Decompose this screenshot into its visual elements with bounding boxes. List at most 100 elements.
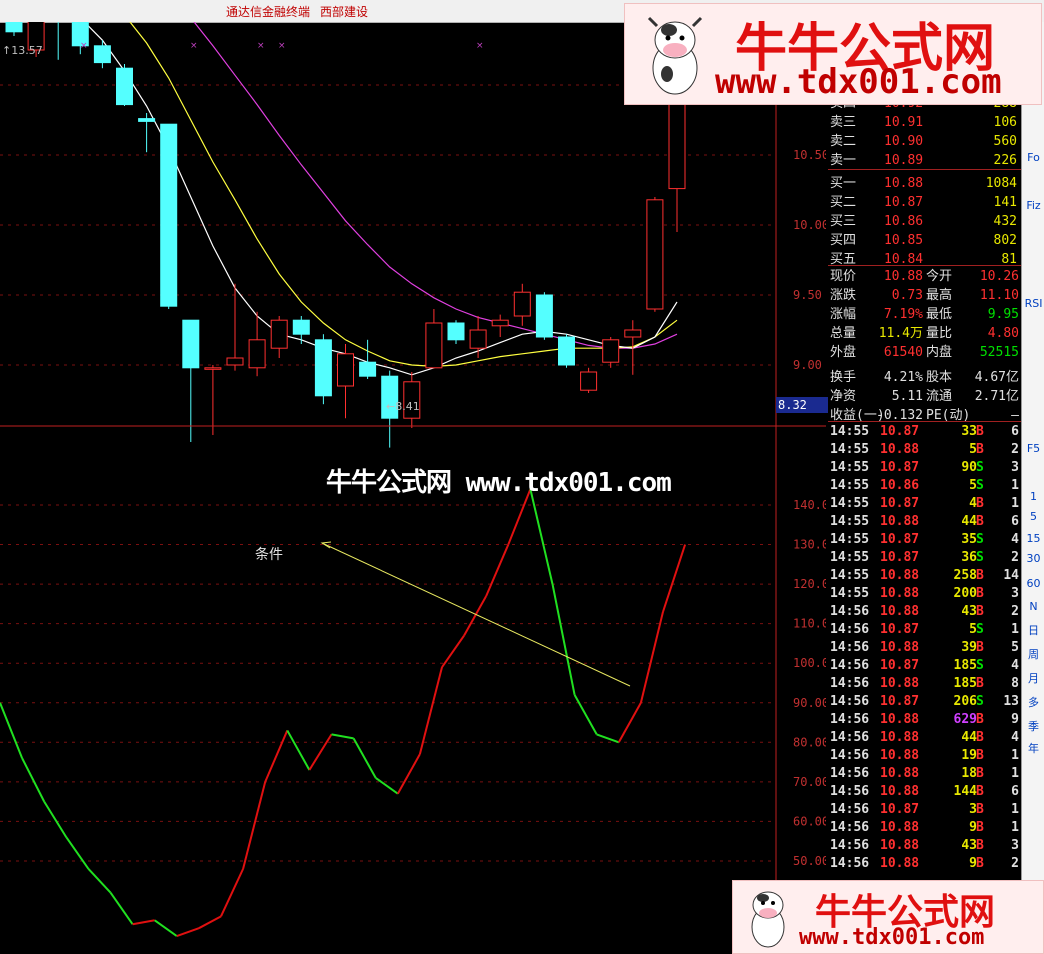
toolbar-button-10[interactable]: 日 bbox=[1024, 622, 1043, 640]
ask-row: 卖一 10.89 226 bbox=[830, 153, 1017, 168]
indicator-segment bbox=[573, 694, 598, 735]
indicator-segment bbox=[529, 488, 554, 585]
tick-row: 14:55 10.87 90 S 3 bbox=[830, 460, 1019, 475]
toolbar-button-7[interactable]: 30 bbox=[1024, 550, 1043, 568]
tick-row: 14:56 10.87 206 S 13 bbox=[830, 694, 1019, 709]
tick-row: 14:56 10.88 144 B 6 bbox=[830, 784, 1019, 799]
indicator-segment bbox=[198, 915, 222, 930]
toolbar-button-11[interactable]: 周 bbox=[1024, 646, 1043, 664]
tick-row: 14:56 10.88 43 B 3 bbox=[830, 838, 1019, 853]
indicator-axis-label: 70.00 bbox=[793, 775, 826, 789]
candle-body bbox=[646, 199, 664, 310]
indicator-segment bbox=[43, 801, 68, 838]
bid-row: 买四 10.85 802 bbox=[830, 233, 1017, 248]
ma20-line bbox=[193, 22, 678, 349]
high-marker: ↑13.57 bbox=[2, 44, 43, 57]
stat-row: 涨幅 7.19% 最低 9.95 bbox=[830, 307, 1019, 322]
toolbar-button-3[interactable]: F5 bbox=[1024, 440, 1043, 458]
candle-body bbox=[182, 319, 200, 369]
price-axis-label: 9.00 bbox=[793, 358, 822, 372]
candle-body bbox=[337, 353, 354, 387]
indicator-segment bbox=[352, 737, 377, 779]
tick-row: 14:56 10.88 43 B 2 bbox=[830, 604, 1019, 619]
indicator-segment bbox=[662, 544, 687, 613]
toolbar-button-14[interactable]: 季 bbox=[1024, 718, 1043, 736]
indicator-axis-label: 100.0 bbox=[793, 656, 826, 670]
candle-body bbox=[558, 336, 575, 366]
tick-row: 14:56 10.88 185 B 8 bbox=[830, 676, 1019, 691]
candle-body bbox=[668, 101, 686, 190]
tick-row: 14:56 10.88 19 B 1 bbox=[830, 748, 1019, 763]
price-axis-label: 9.50 bbox=[793, 288, 822, 302]
indicator-segment bbox=[21, 757, 46, 803]
toolbar-button-13[interactable]: 多 bbox=[1024, 694, 1043, 712]
cow-mascot-icon bbox=[647, 16, 703, 95]
tick-row: 14:56 10.87 3 B 1 bbox=[830, 802, 1019, 817]
watermark-url: www.tdx001.com bbox=[799, 925, 985, 950]
current-price-badge: 8.32 bbox=[776, 397, 828, 413]
bid-row: 买三 10.86 432 bbox=[830, 214, 1017, 229]
tick-row: 14:55 10.87 35 S 4 bbox=[830, 532, 1019, 547]
tick-row: 14:55 10.88 44 B 6 bbox=[830, 514, 1019, 529]
stat-row: 外盘 61540 内盘 52515 bbox=[830, 345, 1019, 360]
candle-body bbox=[580, 371, 598, 391]
indicator-segment bbox=[154, 919, 178, 937]
indicator-segment bbox=[65, 836, 90, 870]
toolbar-button-12[interactable]: 月 bbox=[1024, 670, 1043, 688]
indicator-segment bbox=[242, 781, 267, 870]
toolbar-button-6[interactable]: 15 bbox=[1024, 530, 1043, 548]
candle-body bbox=[160, 123, 178, 307]
indicator-segment bbox=[331, 733, 354, 740]
condition-label: 条件 bbox=[255, 547, 283, 563]
toolbar-button-8[interactable]: 60 bbox=[1024, 575, 1043, 593]
watermark-overlay: 牛牛公式网 www.tdx001.com bbox=[326, 468, 672, 498]
watermark-bottom: 牛牛公式网 www.tdx001.com bbox=[732, 880, 1044, 954]
tick-row: 14:55 10.88 258 B 14 bbox=[830, 568, 1019, 583]
tick-row: 14:55 10.88 200 B 3 bbox=[830, 586, 1019, 601]
tick-row: 14:56 10.88 39 B 5 bbox=[830, 640, 1019, 655]
candle-body bbox=[624, 329, 642, 338]
candle-body bbox=[314, 339, 332, 397]
cow-mascot-icon bbox=[751, 891, 785, 948]
tick-row: 14:55 10.87 33 B 6 bbox=[830, 424, 1019, 439]
signal-marker: × bbox=[190, 41, 198, 51]
indicator-segment bbox=[109, 892, 134, 925]
ma5-line bbox=[83, 22, 678, 376]
toolbar-button-5[interactable]: 5 bbox=[1024, 508, 1043, 526]
stat-row: 现价 10.88 今开 10.26 bbox=[830, 269, 1019, 284]
ask-row: 卖三 10.91 106 bbox=[830, 115, 1017, 130]
ask-row: 卖二 10.90 560 bbox=[830, 134, 1017, 149]
bid-row: 买二 10.87 141 bbox=[830, 195, 1017, 210]
indicator-axis-label: 130.0 bbox=[793, 538, 826, 552]
candle-body bbox=[425, 322, 443, 369]
toolbar-button-4[interactable]: 1 bbox=[1024, 488, 1043, 506]
low-marker: ←8.41 bbox=[386, 400, 420, 413]
candle-body bbox=[248, 339, 266, 369]
signal-marker: × bbox=[476, 41, 484, 51]
tick-row: 14:55 10.86 5 S 1 bbox=[830, 478, 1019, 493]
toolbar-button-0[interactable]: Fo bbox=[1024, 149, 1043, 167]
tick-row: 14:56 10.88 18 B 1 bbox=[830, 766, 1019, 781]
toolbar-button-9[interactable]: N bbox=[1024, 598, 1043, 616]
candle-body bbox=[469, 329, 487, 349]
indicator-segment bbox=[418, 666, 443, 755]
candle-body bbox=[226, 357, 244, 366]
stat-row: 换手 4.21% 股本 4.67亿 bbox=[830, 370, 1019, 385]
signal-marker: × bbox=[80, 41, 88, 51]
indicator-segment bbox=[176, 927, 200, 938]
price-axis-label: 10.00 bbox=[793, 218, 826, 232]
toolbar-button-2[interactable]: RSI bbox=[1024, 295, 1043, 313]
indicator-axis-label: 110.0 bbox=[793, 617, 826, 631]
candle-body bbox=[513, 291, 531, 317]
indicator-axis-label: 140.0 bbox=[793, 498, 826, 512]
signal-marker: × bbox=[278, 41, 286, 51]
tick-row: 14:56 10.88 44 B 4 bbox=[830, 730, 1019, 745]
candle-body bbox=[359, 361, 377, 377]
toolbar-button-15[interactable]: 年 bbox=[1024, 740, 1043, 758]
annotation-arrow bbox=[321, 542, 631, 687]
indicator-axis-label: 50.00 bbox=[793, 854, 826, 868]
tick-row: 14:56 10.88 629 B 9 bbox=[830, 712, 1019, 727]
indicator-segment bbox=[308, 733, 333, 771]
indicator-axis-label: 120.0 bbox=[793, 577, 826, 591]
toolbar-button-1[interactable]: Fiz bbox=[1024, 197, 1043, 215]
